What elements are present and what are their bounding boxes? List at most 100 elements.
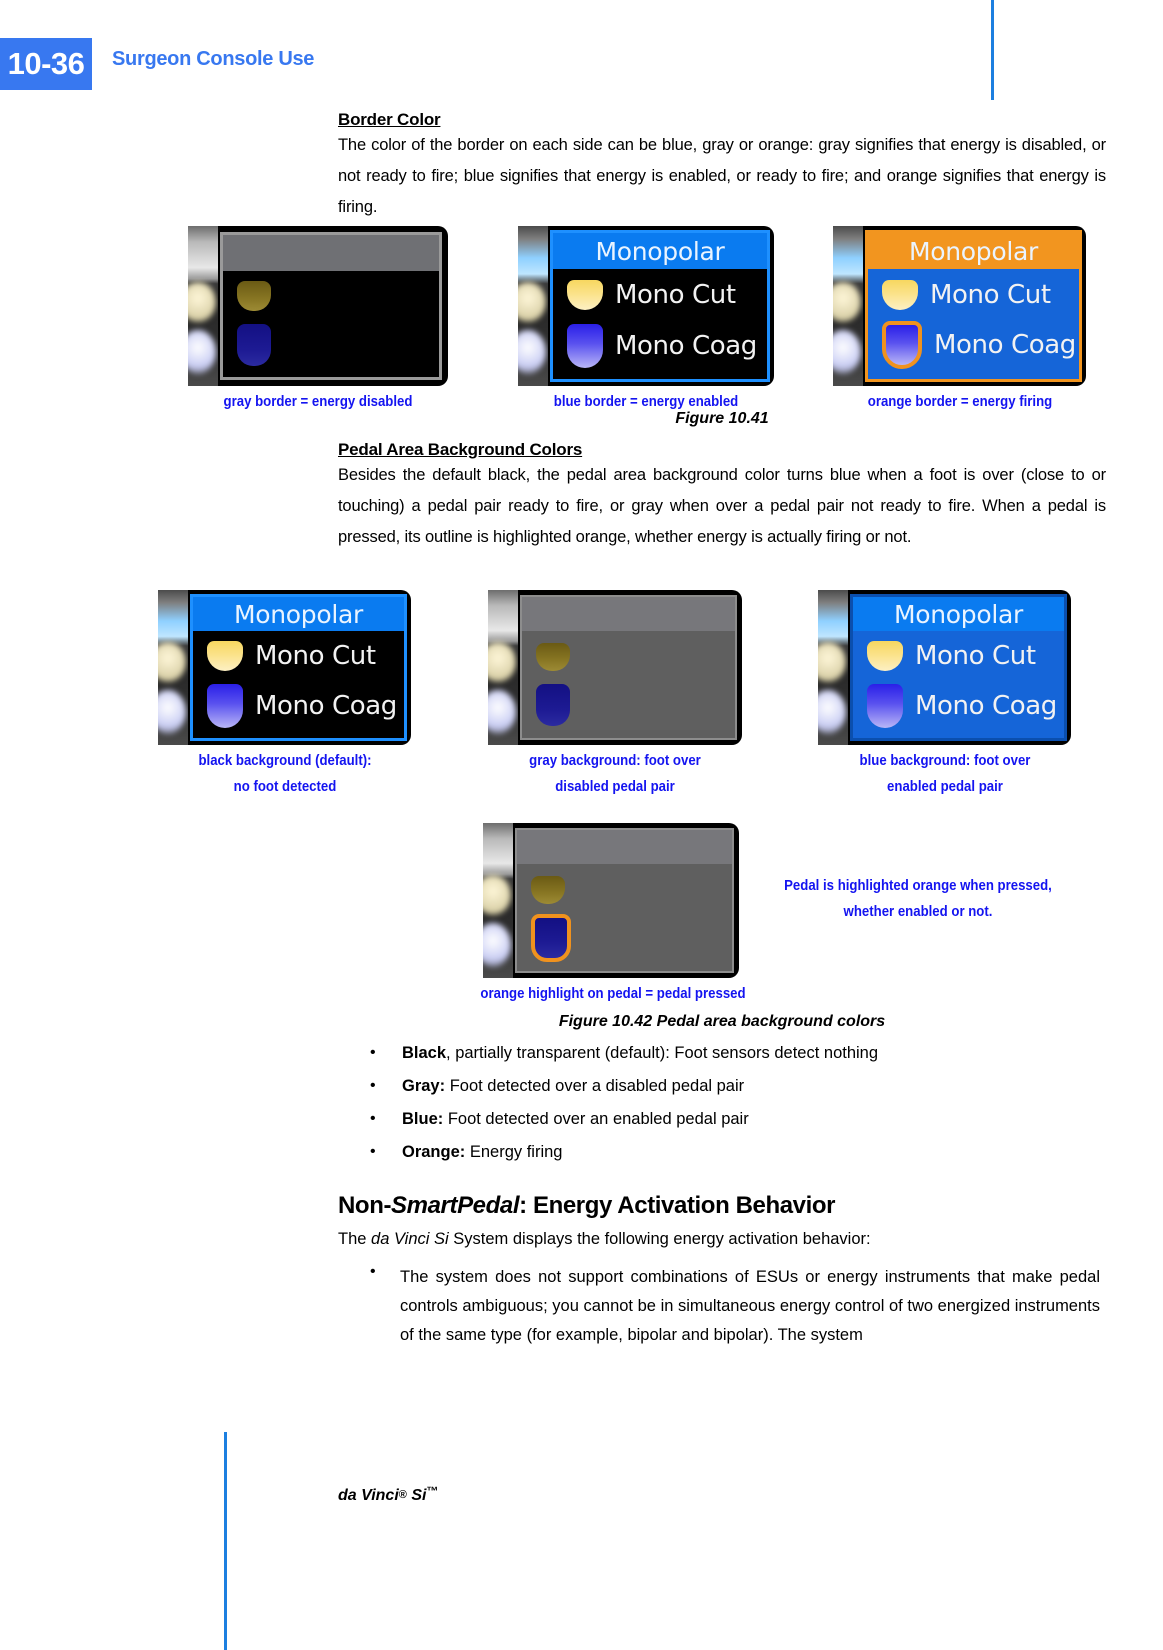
- pedal-screen: [515, 828, 734, 973]
- bullet-icon: •: [370, 1044, 376, 1061]
- pedal-screen: [220, 232, 442, 380]
- pedal-row: [522, 637, 735, 677]
- legend-desc: Foot sensors detect nothing: [669, 1044, 879, 1062]
- bullet-text: The system does not support combinations…: [400, 1268, 1100, 1344]
- legend-text: Orange: Energy firing: [402, 1143, 562, 1162]
- bullet-icon: •: [370, 1263, 376, 1280]
- pedal-screen: Monopolar Mono Cut Mono Coag: [865, 230, 1082, 382]
- figure-10-41-panel-2: Monopolar Mono Cut Mono Coag blue border…: [518, 226, 774, 410]
- bullet-item: • The system does not support combinatio…: [370, 1263, 1106, 1350]
- pedal-row: Mono Coag: [553, 321, 767, 371]
- legend-desc: Foot detected over an enabled pedal pair: [443, 1110, 749, 1128]
- console-left-strip: [488, 590, 518, 745]
- legend-term: Orange:: [402, 1143, 466, 1161]
- pedal-screen: [520, 595, 737, 740]
- legend-text: Black, partially transparent (default): …: [402, 1044, 878, 1063]
- pedal-panel: Monopolar Mono Cut Mono Coag: [818, 590, 1071, 745]
- pedal-panel: [488, 590, 742, 745]
- pedal-label: Mono Coag: [615, 331, 757, 361]
- section-non-smartpedal: Non-SmartPedal: Energy Activation Behavi…: [338, 1192, 1106, 1350]
- footer-model: Si: [406, 1487, 427, 1504]
- pedal-label: Mono Coag: [934, 330, 1076, 360]
- ghost-pedal-yellow-icon: [158, 642, 186, 682]
- pedal-mono-cut-icon: [207, 641, 243, 671]
- heading-prefix: Non-: [338, 1192, 392, 1219]
- figure-caption-line1: black background (default):: [198, 752, 372, 769]
- ghost-pedal-yellow-icon: [818, 642, 846, 682]
- pedal-mono-coag-icon: [237, 324, 271, 366]
- console-left-strip: [818, 590, 848, 745]
- pedal-color-legend: • Black, partially transparent (default)…: [370, 1040, 1110, 1162]
- figure-10-42-pressed-panel: orange highlight on pedal = pedal presse…: [480, 823, 746, 1002]
- legend-term: Gray:: [402, 1077, 446, 1095]
- intro-suffix: System displays the following energy act…: [448, 1230, 871, 1248]
- pedal-rows: [522, 597, 735, 738]
- pedal-label: Mono Coag: [255, 691, 397, 721]
- ghost-pedal-blue-icon: [518, 330, 546, 374]
- legend-item: • Blue: Foot detected over an enabled pe…: [370, 1110, 1110, 1129]
- paragraph-non-smartpedal-intro: The da Vinci Si System displays the foll…: [338, 1230, 1106, 1249]
- pedal-row: [517, 870, 732, 910]
- pedal-mono-coag-icon: [867, 684, 903, 728]
- ghost-pedal-blue-icon: [488, 690, 516, 734]
- page-footer: da Vinci® Si™: [338, 1484, 438, 1505]
- figure-caption-line2: enabled pedal pair: [887, 778, 1003, 795]
- pedal-mono-coag-pressed-icon: [531, 914, 571, 962]
- legend-item: • Black, partially transparent (default)…: [370, 1044, 1110, 1063]
- pedal-label: Mono Cut: [255, 641, 376, 671]
- pedal-rows: Mono Cut Mono Coag: [868, 233, 1079, 379]
- pedal-mono-coag-icon: [207, 684, 243, 728]
- ghost-pedal-blue-icon: [158, 690, 186, 734]
- heading-italic: SmartPedal: [391, 1192, 520, 1219]
- pedal-screen: Monopolar Mono Cut Mono Coag: [550, 230, 770, 382]
- ghost-pedal-blue-icon: [833, 330, 861, 374]
- pedal-row: Mono Cut: [853, 635, 1064, 677]
- pressed-note-line1: Pedal is highlighted orange when pressed…: [784, 877, 1052, 894]
- legend-text: Blue: Foot detected over an enabled peda…: [402, 1110, 749, 1129]
- pedal-mono-cut-icon: [536, 643, 570, 671]
- registered-mark-icon: ®: [398, 1489, 407, 1501]
- footer-brand: da Vinci: [338, 1487, 399, 1504]
- pedal-mono-cut-icon: [237, 281, 271, 311]
- pedal-label: Mono Coag: [915, 691, 1057, 721]
- pedal-mono-cut-icon: [531, 876, 565, 904]
- pedal-panel: [188, 226, 448, 386]
- ghost-pedal-blue-icon: [818, 690, 846, 734]
- ghost-pedal-yellow-icon: [483, 875, 511, 915]
- paragraph-border-color: The color of the border on each side can…: [338, 136, 1106, 216]
- figure-10-42-panel-1: Monopolar Mono Cut Mono Coag black backg…: [158, 590, 411, 795]
- paragraph-pedal-area: Besides the default black, the pedal are…: [338, 466, 1106, 546]
- legend-term: Black: [402, 1044, 447, 1062]
- figure-caption-pressed: orange highlight on pedal = pedal presse…: [480, 985, 746, 1002]
- console-left-strip: [833, 226, 863, 386]
- pedal-rows: [223, 235, 439, 377]
- legend-item: • Orange: Energy firing: [370, 1143, 1110, 1162]
- heading-pedal-area: Pedal Area Background Colors: [338, 440, 583, 459]
- bottom-left-rule: [224, 1432, 227, 1650]
- pedal-rows: Mono Cut Mono Coag: [553, 233, 767, 379]
- figure-10-42-panel-2: gray background: foot over disabled peda…: [488, 590, 742, 795]
- figure-caption-line2: no foot detected: [233, 778, 337, 795]
- figure-10-42-panel-3: Monopolar Mono Cut Mono Coag blue backgr…: [818, 590, 1071, 795]
- figure-10-41-label: Figure 10.41: [675, 410, 769, 427]
- pedal-row: [223, 321, 439, 369]
- pedal-rows: Mono Cut Mono Coag: [193, 597, 404, 738]
- pedal-label: Mono Cut: [915, 641, 1036, 671]
- heading-border-color: Border Color: [338, 110, 441, 129]
- figure-caption-line2: disabled pedal pair: [555, 778, 675, 795]
- console-left-strip: [188, 226, 218, 386]
- pedal-row: [223, 275, 439, 317]
- pedal-mono-cut-icon: [567, 280, 603, 310]
- pedal-row: Mono Cut: [553, 273, 767, 317]
- bullet-icon: •: [370, 1110, 376, 1127]
- ghost-pedal-blue-icon: [483, 923, 511, 967]
- ghost-pedal-yellow-icon: [188, 282, 216, 322]
- figure-10-41-panel-3: Monopolar Mono Cut Mono Coag orange bord…: [833, 226, 1086, 410]
- pedal-rows: [517, 830, 732, 971]
- pedal-panel: Monopolar Mono Cut Mono Coag: [158, 590, 411, 745]
- pedal-panel: [483, 823, 739, 978]
- intro-italic: da Vinci Si: [371, 1230, 449, 1248]
- pedal-label: Mono Cut: [930, 280, 1051, 310]
- pedal-row: Mono Coag: [853, 681, 1064, 731]
- ghost-pedal-yellow-icon: [518, 282, 546, 322]
